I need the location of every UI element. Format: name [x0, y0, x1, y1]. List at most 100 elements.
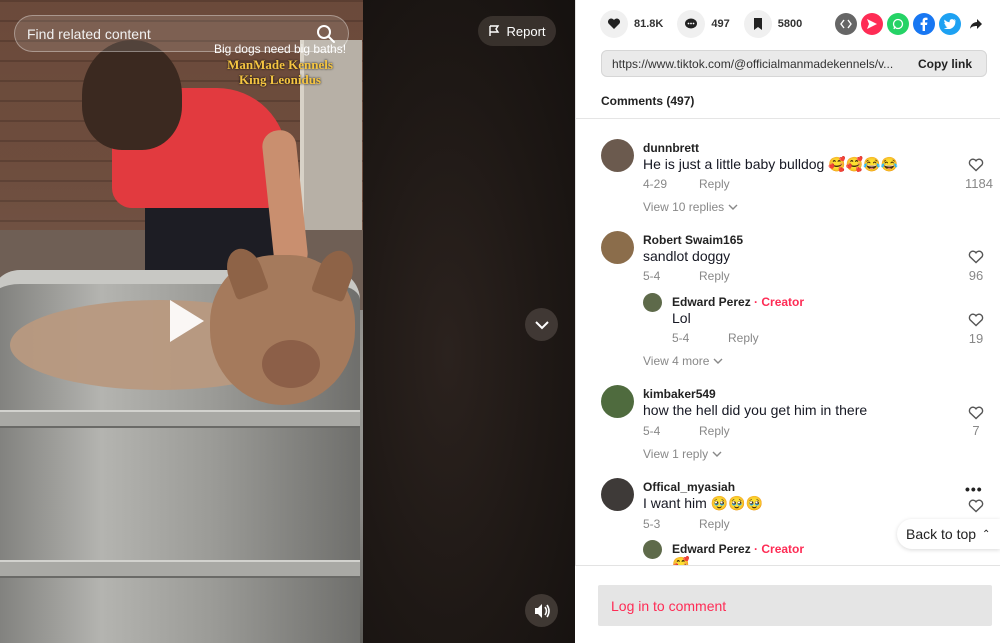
reply-text: Lol [672, 310, 691, 326]
view-replies-button[interactable]: View 4 more [643, 354, 723, 368]
save-stat[interactable]: 5800 [743, 10, 803, 38]
reply-like-count: 19 [968, 331, 984, 346]
comment-username[interactable]: Robert Swaim165 [643, 233, 743, 247]
comment-stat[interactable]: 497 [677, 10, 730, 38]
chevron-up-icon: ⌃ [982, 528, 991, 540]
caption-line-3: King Leonidus [238, 72, 321, 87]
reply-button[interactable]: Reply [728, 331, 759, 345]
send-icon[interactable] [861, 13, 883, 35]
like-count: 81.8K [634, 18, 664, 30]
more-options-icon[interactable]: ••• [965, 481, 983, 497]
avatar[interactable] [601, 231, 634, 264]
video-link-url[interactable]: https://www.tiktok.com/@officialmanmadek… [602, 57, 908, 71]
reply-username[interactable]: Edward Perez · Creator [672, 295, 804, 309]
caption-line-2: ManMade Kennels [227, 57, 333, 72]
like-stat[interactable]: 81.8K [600, 10, 663, 38]
bookmark-icon[interactable] [743, 10, 772, 38]
search-placeholder: Find related content [27, 25, 151, 42]
comment-like-count: 96 [968, 268, 984, 283]
heart-outline-icon [968, 499, 984, 513]
heart-outline-icon [968, 313, 984, 327]
view-replies-button[interactable]: View 1 reply [643, 447, 722, 461]
search-icon[interactable] [316, 24, 336, 44]
search-input[interactable]: Find related content [14, 15, 349, 52]
comment-text: sandlot doggy [643, 248, 731, 264]
comment-list[interactable]: dunnbrett He is just a little baby bulld… [576, 119, 1000, 565]
comment-like-count-wrap: 7 [961, 422, 991, 438]
share-icons [835, 13, 987, 35]
twitter-icon[interactable] [939, 13, 961, 35]
comments-header: Comments (497) [601, 94, 695, 108]
facebook-icon[interactable] [913, 13, 935, 35]
heart-outline-icon [968, 158, 984, 172]
speaker-icon [534, 603, 550, 618]
comment-text: He is just a little baby bulldog 🥰🥰😂😂 [643, 156, 898, 172]
creator-separator: · [750, 542, 762, 556]
chevron-down-icon [728, 204, 738, 210]
comment-like-count-wrap: 96 [961, 267, 991, 283]
comment-like-count: 1184 [965, 176, 993, 191]
heart-outline-icon [968, 250, 984, 264]
reply-username-text: Edward Perez [672, 542, 751, 556]
comment-username[interactable]: dunnbrett [643, 141, 699, 155]
play-button[interactable] [160, 296, 210, 346]
reply-date: 5-4 [672, 331, 690, 345]
creator-separator: · [750, 295, 762, 309]
back-to-top-button[interactable]: Back to top ⌃ [897, 519, 1000, 549]
whatsapp-icon[interactable] [887, 13, 909, 35]
video-frame[interactable]: Big dogs need big baths! ManMade Kennels… [0, 0, 363, 643]
video-scene-tub-band [0, 560, 360, 578]
report-button[interactable]: Report [478, 16, 556, 46]
comment-date: 5-3 [643, 517, 661, 531]
save-count: 5800 [777, 18, 803, 30]
reply-button[interactable]: Reply [699, 177, 730, 191]
avatar[interactable] [601, 478, 634, 511]
login-prompt: Log in to comment [611, 597, 727, 614]
video-pane: Big dogs need big baths! ManMade Kennels… [0, 0, 575, 643]
view-replies-label: View 1 reply [643, 447, 709, 461]
reply-like-count-wrap: 19 [961, 330, 991, 346]
back-to-top-label: Back to top [906, 526, 977, 542]
comment-like-count: 7 [972, 423, 980, 438]
play-icon [170, 300, 204, 342]
heart-icon[interactable] [600, 10, 628, 38]
share-arrow-icon[interactable] [965, 13, 987, 35]
comment-like-button[interactable] [961, 499, 991, 518]
comment-username[interactable]: kimbaker549 [643, 387, 716, 401]
video-scene-dog-snout [262, 340, 320, 388]
avatar[interactable] [601, 385, 634, 418]
view-replies-label: View 4 more [643, 354, 710, 368]
chevron-down-icon [712, 451, 721, 457]
flag-icon [489, 25, 500, 36]
avatar[interactable] [601, 139, 634, 172]
stats-row: 81.8K 497 5800 [600, 10, 816, 38]
creator-badge: Creator [761, 542, 805, 556]
comment-icon[interactable] [677, 10, 706, 38]
comment-date: 5-4 [643, 269, 661, 283]
avatar[interactable] [643, 540, 662, 559]
link-bar: https://www.tiktok.com/@officialmanmadek… [601, 50, 987, 77]
view-replies-label: View 10 replies [643, 200, 725, 214]
sound-button[interactable] [525, 594, 558, 627]
creator-badge: Creator [761, 295, 805, 309]
login-to-comment-button[interactable]: Log in to comment [598, 585, 992, 626]
comment-text: how the hell did you get him in there [643, 402, 868, 418]
reply-button[interactable]: Reply [699, 269, 730, 283]
reply-username-text: Edward Perez [672, 295, 751, 309]
copy-link-button[interactable]: Copy link [908, 57, 986, 71]
reply-username[interactable]: Edward Perez · Creator [672, 542, 804, 556]
avatar[interactable] [643, 293, 662, 312]
comment-text: I want him 🥹🥹🥹 [643, 495, 763, 511]
comment-username[interactable]: Offical_myasiah [643, 480, 735, 494]
comment-like-count-wrap: 1184 [959, 175, 999, 191]
comment-footer: Log in to comment [575, 565, 1000, 643]
video-scene-person-head [82, 40, 182, 150]
chevron-down-icon [713, 358, 723, 364]
embed-icon[interactable] [835, 13, 857, 35]
reply-button[interactable]: Reply [699, 517, 730, 531]
video-scene-tub-band [0, 410, 360, 428]
chevron-down-icon [534, 320, 549, 329]
reply-button[interactable]: Reply [699, 424, 730, 438]
view-replies-button[interactable]: View 10 replies [643, 200, 738, 214]
next-video-button[interactable] [525, 308, 558, 341]
